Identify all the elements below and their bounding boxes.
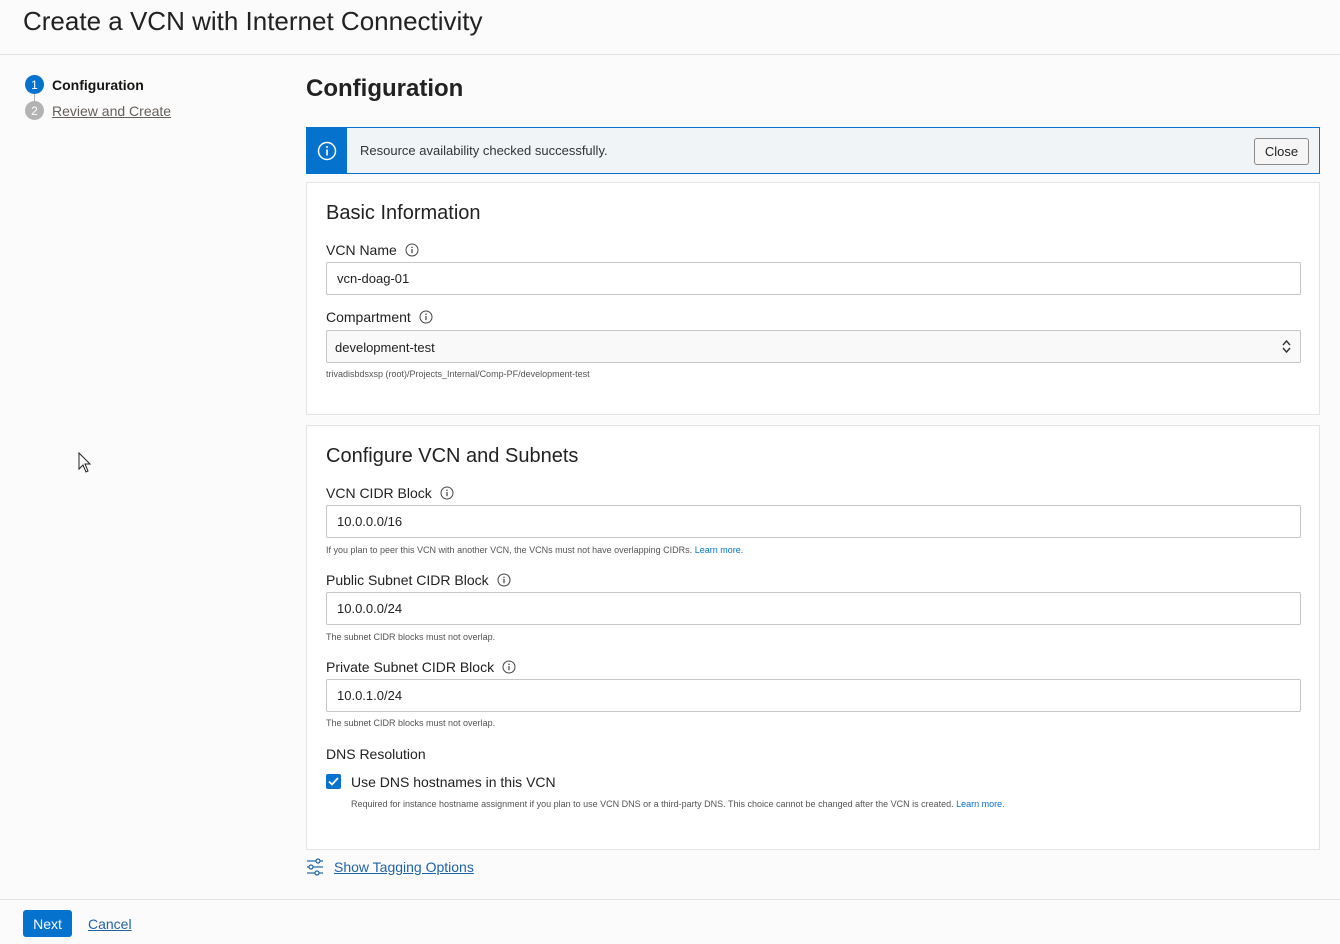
dns-resolution-label: DNS Resolution [326, 746, 426, 762]
public-subnet-input[interactable] [326, 592, 1301, 625]
vcn-cidr-help: If you plan to peer this VCN with anothe… [326, 545, 743, 555]
compartment-select-value: development-test [335, 340, 435, 355]
help-text-content: Required for instance hostname assignmen… [351, 799, 954, 809]
section-title: Configuration [306, 75, 464, 102]
compartment-path: trivadisbdsxsp (root)/Projects_Internal/… [326, 369, 590, 379]
card-title: Configure VCN and Subnets [326, 445, 579, 467]
private-subnet-help: The subnet CIDR blocks must not overlap. [326, 718, 496, 728]
learn-more-link[interactable]: Learn more. [956, 799, 1005, 809]
vcn-cidr-label: VCN CIDR Block [326, 485, 454, 501]
help-info-icon[interactable] [440, 486, 454, 500]
field-label-text: Private Subnet CIDR Block [326, 659, 495, 675]
dns-hostnames-label[interactable]: Use DNS hostnames in this VCN [351, 774, 556, 790]
info-alert: Resource availability checked successful… [306, 127, 1320, 174]
help-info-icon[interactable] [502, 660, 516, 674]
compartment-label: Compartment [326, 309, 433, 325]
basic-information-card: Basic Information VCN Name Compartment d… [306, 182, 1320, 415]
footer-bar: Next Cancel [0, 899, 1340, 944]
configure-vcn-card: Configure VCN and Subnets VCN CIDR Block… [306, 425, 1320, 850]
select-arrows-icon [1282, 339, 1291, 354]
help-text-content: If you plan to peer this VCN with anothe… [326, 545, 693, 555]
page-title: Create a VCN with Internet Connectivity [23, 6, 483, 36]
alert-message: Resource availability checked successful… [360, 143, 608, 158]
learn-more-link[interactable]: Learn more. [695, 545, 744, 555]
step-configuration[interactable]: 1 Configuration [25, 75, 144, 94]
step-connector [34, 94, 35, 101]
cancel-link[interactable]: Cancel [88, 916, 132, 932]
private-subnet-label: Private Subnet CIDR Block [326, 659, 516, 675]
alert-close-button[interactable]: Close [1254, 138, 1309, 165]
dns-help: Required for instance hostname assignmen… [351, 799, 1005, 809]
mouse-pointer-icon [78, 452, 92, 473]
field-label-text: VCN Name [326, 242, 397, 258]
page-header: Create a VCN with Internet Connectivity [0, 0, 1340, 55]
help-info-icon[interactable] [497, 573, 511, 587]
compartment-select[interactable]: development-test [326, 330, 1301, 363]
step-label: Configuration [52, 76, 144, 93]
step-number: 2 [25, 101, 44, 120]
card-title: Basic Information [326, 202, 481, 224]
show-tagging-options-link[interactable]: Show Tagging Options [334, 859, 474, 875]
field-label-text: Public Subnet CIDR Block [326, 572, 489, 588]
field-label-text: Compartment [326, 309, 411, 325]
vcn-name-label: VCN Name [326, 242, 419, 258]
show-tagging-options[interactable]: Show Tagging Options [306, 858, 474, 876]
help-info-icon[interactable] [419, 310, 433, 324]
private-subnet-input[interactable] [326, 679, 1301, 712]
public-subnet-label: Public Subnet CIDR Block [326, 572, 511, 588]
help-info-icon[interactable] [405, 243, 419, 257]
field-label-text: VCN CIDR Block [326, 485, 432, 501]
dns-hostnames-checkbox[interactable] [326, 774, 341, 789]
step-number: 1 [25, 75, 44, 94]
checkmark-icon [328, 777, 339, 786]
vcn-name-input[interactable] [326, 262, 1301, 295]
sliders-icon [307, 858, 323, 876]
step-review-and-create[interactable]: 2 Review and Create [25, 101, 171, 120]
vcn-cidr-input[interactable] [326, 505, 1301, 538]
public-subnet-help: The subnet CIDR blocks must not overlap. [326, 632, 496, 642]
info-icon [307, 128, 347, 173]
next-button[interactable]: Next [23, 910, 72, 937]
step-label: Review and Create [52, 102, 172, 119]
